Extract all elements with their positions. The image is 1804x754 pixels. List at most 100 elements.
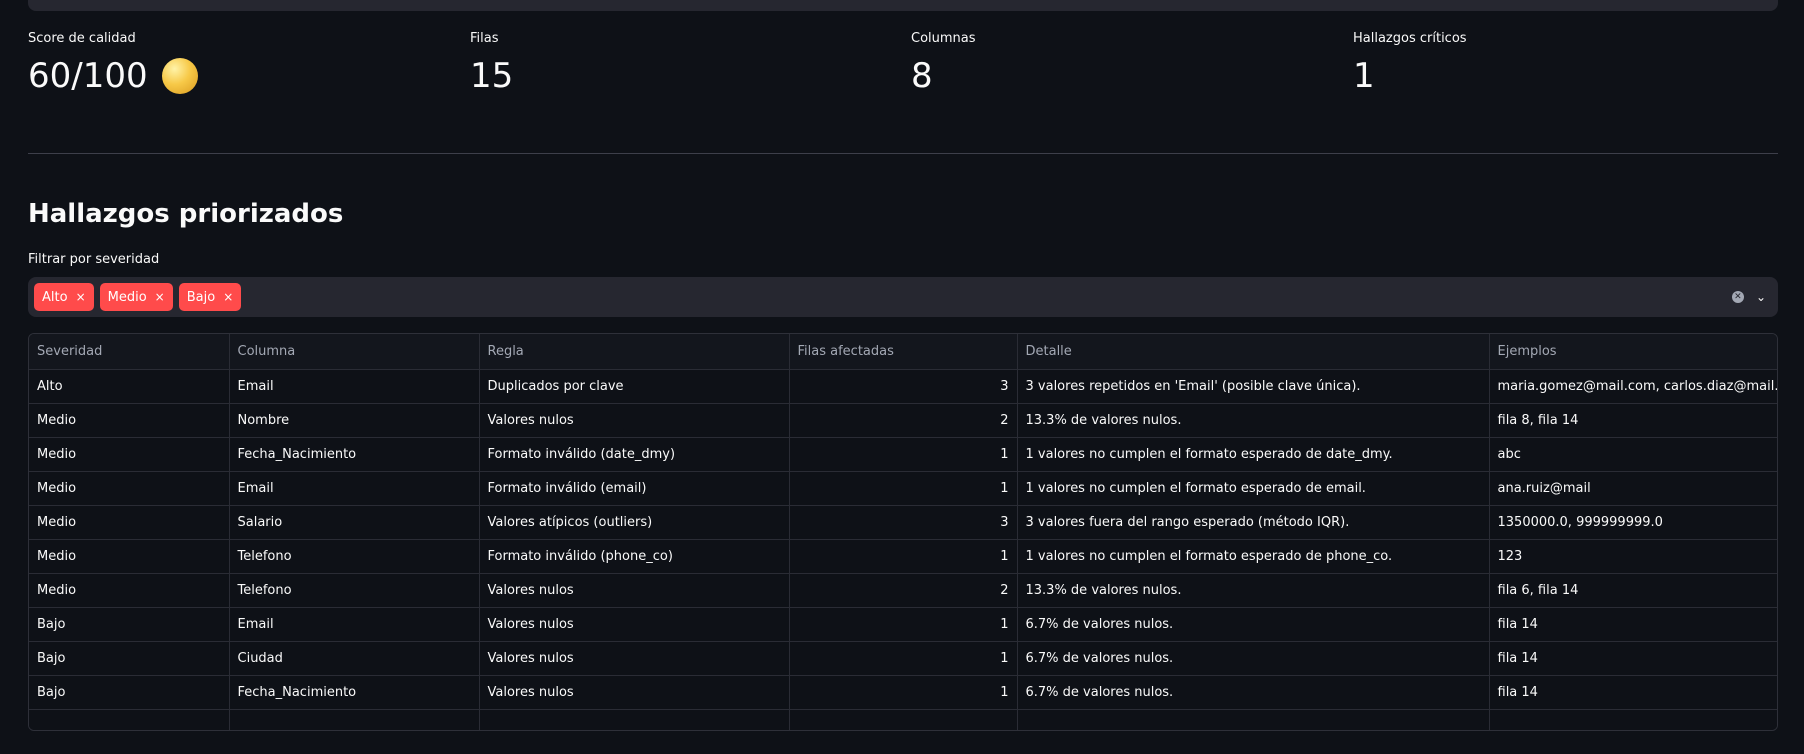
- cell-regla: Formato inválido (date_dmy): [479, 437, 790, 472]
- cell-filas-afectadas: 2: [789, 403, 1018, 438]
- metric-columns: Columnas 8: [911, 30, 1331, 96]
- top-container-bar: [28, 0, 1778, 11]
- cell-filas-afectadas: 3: [789, 505, 1018, 540]
- cell-regla: Valores nulos: [479, 675, 790, 710]
- cell-detalle: 1 valores no cumplen el formato esperado…: [1017, 539, 1490, 574]
- cell-detalle: 6.7% de valores nulos.: [1017, 607, 1490, 642]
- metric-rows: Filas 15: [470, 30, 890, 96]
- cell-severidad: Medio: [29, 573, 230, 608]
- cell-ejemplos: fila 14: [1489, 675, 1777, 710]
- filter-label: Filtrar por severidad: [28, 252, 160, 267]
- cell-ejemplos: maria.gomez@mail.com, carlos.diaz@mail.c…: [1489, 369, 1777, 404]
- metric-label: Columnas: [911, 31, 976, 46]
- chip-remove-icon[interactable]: ×: [76, 290, 86, 304]
- table-row[interactable]: Medio Telefono Formato inválido (phone_c…: [29, 539, 1777, 574]
- table-row[interactable]: Medio Salario Valores atípicos (outliers…: [29, 505, 1777, 540]
- cell-severidad: Medio: [29, 471, 230, 506]
- cell-filas-afectadas: 1: [789, 437, 1018, 472]
- header-ejemplos[interactable]: Ejemplos: [1489, 334, 1777, 370]
- table-row[interactable]: Medio Fecha_Nacimiento Formato inválido …: [29, 437, 1777, 472]
- findings-table[interactable]: Severidad Columna Regla Filas afectadas …: [28, 333, 1778, 731]
- cell-filas-afectadas: 1: [789, 607, 1018, 642]
- table-row-partial[interactable]: [29, 709, 1777, 730]
- metric-value: 60/100: [28, 56, 148, 96]
- cell-columna: Email: [229, 607, 480, 642]
- cell-severidad: Medio: [29, 505, 230, 540]
- metric-label: Hallazgos críticos: [1353, 31, 1467, 46]
- metric-label: Score de calidad: [28, 31, 136, 46]
- chevron-down-icon[interactable]: ⌄: [1756, 290, 1766, 304]
- table-row[interactable]: Bajo Ciudad Valores nulos 1 6.7% de valo…: [29, 641, 1777, 676]
- cell-regla: Valores atípicos (outliers): [479, 505, 790, 540]
- cell-severidad: Bajo: [29, 675, 230, 710]
- cell-severidad: Medio: [29, 403, 230, 438]
- cell-ejemplos: fila 6, fila 14: [1489, 573, 1777, 608]
- cell-columna: Nombre: [229, 403, 480, 438]
- cell-filas-afectadas: 1: [789, 675, 1018, 710]
- cell-ejemplos: fila 14: [1489, 641, 1777, 676]
- metric-quality-score: Score de calidad 60/100: [28, 30, 448, 96]
- header-severidad[interactable]: Severidad: [29, 334, 230, 370]
- metric-value: 15: [470, 56, 514, 96]
- table-row[interactable]: Bajo Email Valores nulos 1 6.7% de valor…: [29, 607, 1777, 642]
- severity-multiselect[interactable]: Alto × Medio × Bajo × ✕ ⌄: [28, 277, 1778, 317]
- chip-alto[interactable]: Alto ×: [34, 283, 94, 311]
- cell-columna: Telefono: [229, 573, 480, 608]
- metrics-row: Score de calidad 60/100 Filas 15 Columna…: [28, 30, 1778, 100]
- chip-remove-icon[interactable]: ×: [155, 290, 165, 304]
- chip-label: Medio: [107, 289, 147, 305]
- metric-value: 1: [1353, 56, 1375, 96]
- cell-regla: Formato inválido (phone_co): [479, 539, 790, 574]
- cell-regla: Formato inválido (email): [479, 471, 790, 506]
- cell-filas-afectadas: 1: [789, 641, 1018, 676]
- header-regla[interactable]: Regla: [479, 334, 790, 370]
- cell-columna: Fecha_Nacimiento: [229, 675, 480, 710]
- metric-label: Filas: [470, 31, 499, 46]
- header-detalle[interactable]: Detalle: [1017, 334, 1490, 370]
- cell-severidad: Bajo: [29, 641, 230, 676]
- cell-detalle: 6.7% de valores nulos.: [1017, 641, 1490, 676]
- chip-remove-icon[interactable]: ×: [223, 290, 233, 304]
- cell-columna: Telefono: [229, 539, 480, 574]
- header-filas-afectadas[interactable]: Filas afectadas: [789, 334, 1018, 370]
- cell-severidad: Bajo: [29, 607, 230, 642]
- cell-detalle: 13.3% de valores nulos.: [1017, 573, 1490, 608]
- clear-all-icon[interactable]: ✕: [1731, 291, 1744, 303]
- chip-bajo[interactable]: Bajo ×: [178, 283, 242, 311]
- metric-value: 8: [911, 56, 933, 96]
- cell-ejemplos: fila 14: [1489, 607, 1777, 642]
- cell-regla: Valores nulos: [479, 607, 790, 642]
- cell-regla: Valores nulos: [479, 641, 790, 676]
- cell-ejemplos: ana.ruiz@mail: [1489, 471, 1777, 506]
- chip-medio[interactable]: Medio ×: [99, 283, 173, 311]
- cell-ejemplos: 1350000.0, 999999999.0: [1489, 505, 1777, 540]
- table-row[interactable]: Alto Email Duplicados por clave 3 3 valo…: [29, 369, 1777, 404]
- chip-label: Alto: [42, 289, 68, 305]
- cell-regla: Valores nulos: [479, 403, 790, 438]
- cell-detalle: 1 valores no cumplen el formato esperado…: [1017, 471, 1490, 506]
- cell-detalle: 3 valores fuera del rango esperado (méto…: [1017, 505, 1490, 540]
- cell-ejemplos: abc: [1489, 437, 1777, 472]
- cell-detalle: 13.3% de valores nulos.: [1017, 403, 1490, 438]
- section-title: Hallazgos priorizados: [28, 199, 344, 229]
- cell-detalle: 6.7% de valores nulos.: [1017, 675, 1490, 710]
- cell-columna: Ciudad: [229, 641, 480, 676]
- chip-list: Alto × Medio × Bajo ×: [34, 283, 1732, 311]
- cell-filas-afectadas: 3: [789, 369, 1018, 404]
- table-row[interactable]: Medio Telefono Valores nulos 2 13.3% de …: [29, 573, 1777, 608]
- cell-severidad: Medio: [29, 539, 230, 574]
- chip-label: Bajo: [186, 289, 216, 305]
- header-columna[interactable]: Columna: [229, 334, 480, 370]
- table-row[interactable]: Medio Nombre Valores nulos 2 13.3% de va…: [29, 403, 1777, 438]
- table-header-row: Severidad Columna Regla Filas afectadas …: [29, 334, 1777, 370]
- cell-regla: Valores nulos: [479, 573, 790, 608]
- table-row[interactable]: Medio Email Formato inválido (email) 1 1…: [29, 471, 1777, 506]
- divider: [28, 153, 1778, 154]
- yellow-circle-icon: [161, 58, 198, 94]
- cell-columna: Email: [229, 369, 480, 404]
- cell-filas-afectadas: 2: [789, 573, 1018, 608]
- cell-detalle: 3 valores repetidos en 'Email' (posible …: [1017, 369, 1490, 404]
- table-row[interactable]: Bajo Fecha_Nacimiento Valores nulos 1 6.…: [29, 675, 1777, 710]
- cell-ejemplos: fila 8, fila 14: [1489, 403, 1777, 438]
- cell-ejemplos: 123: [1489, 539, 1777, 574]
